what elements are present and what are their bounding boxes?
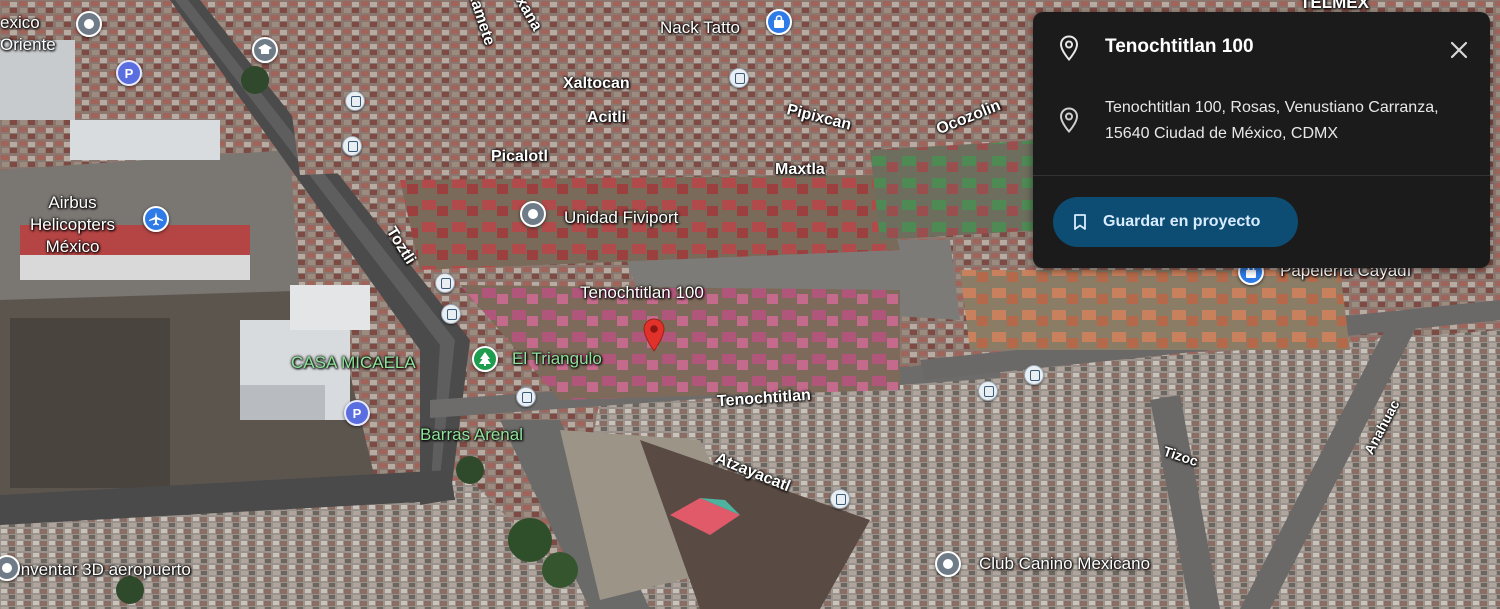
bus-stop-icon[interactable] <box>516 387 536 407</box>
selected-location-pin-icon[interactable] <box>643 318 665 352</box>
school-icon[interactable] <box>252 37 278 63</box>
label-el-triangulo[interactable]: El Triangulo <box>512 350 602 367</box>
label-nack-tatto[interactable]: Nack Tatto <box>660 19 740 36</box>
label-airbus-helicopters[interactable]: Airbus Helicopters México <box>30 192 115 258</box>
park-tree-icon[interactable] <box>472 346 498 372</box>
bus-stop-icon[interactable] <box>435 273 455 293</box>
bus-stop-icon[interactable] <box>342 136 362 156</box>
place-title: Tenochtitlan 100 <box>1105 36 1254 57</box>
bus-stop-icon[interactable] <box>830 489 850 509</box>
bus-stop-icon[interactable] <box>441 304 461 324</box>
label-tenochtitlan-100[interactable]: Tenochtitlan 100 <box>580 284 704 301</box>
street-xaltocan: Xaltocan <box>563 75 630 92</box>
poi-pin-icon[interactable] <box>76 11 102 37</box>
bookmark-icon <box>1074 214 1086 230</box>
save-button-label: Guardar en proyecto <box>1103 213 1261 230</box>
street-picalotl: Picalotl <box>491 148 548 165</box>
poi-pin-icon[interactable] <box>935 551 961 577</box>
parking-icon[interactable]: P <box>116 60 142 86</box>
parking-icon[interactable]: P <box>344 400 370 426</box>
panel-divider <box>1033 175 1490 176</box>
close-icon[interactable] <box>1443 34 1475 66</box>
street-maxtla: Maxtla <box>775 161 825 178</box>
bus-stop-icon[interactable] <box>1024 365 1044 385</box>
street-acitli: Acitli <box>587 109 627 126</box>
save-to-project-button[interactable]: Guardar en proyecto <box>1053 197 1298 247</box>
bus-stop-icon[interactable] <box>729 68 749 88</box>
airport-icon[interactable] <box>143 206 169 232</box>
bus-stop-icon[interactable] <box>978 381 998 401</box>
label-unidad-fiviport[interactable]: Unidad Fiviport <box>564 209 678 226</box>
label-inventar-3d[interactable]: Inventar 3D aeropuerto <box>16 561 191 578</box>
label-mexico-oriente[interactable]: exico Oriente <box>0 12 56 56</box>
poi-pin-icon[interactable] <box>520 201 546 227</box>
label-club-canino-mexicano[interactable]: Club Canino Mexicano <box>979 555 1150 572</box>
location-pin-icon <box>1059 107 1079 133</box>
bus-stop-icon[interactable] <box>345 91 365 111</box>
place-info-panel: Tenochtitlan 100 Tenochtitlan 100, Rosas… <box>1033 12 1490 268</box>
place-address: Tenochtitlan 100, Rosas, Venustiano Carr… <box>1105 99 1439 142</box>
label-telmex[interactable]: TELMEX <box>1300 0 1369 11</box>
label-casa-micaela[interactable]: CASA MICAELA <box>291 354 416 371</box>
label-barras-arenal[interactable]: Barras Arenal <box>420 426 523 443</box>
shopping-bag-icon[interactable] <box>766 9 792 35</box>
location-pin-icon <box>1059 35 1079 61</box>
